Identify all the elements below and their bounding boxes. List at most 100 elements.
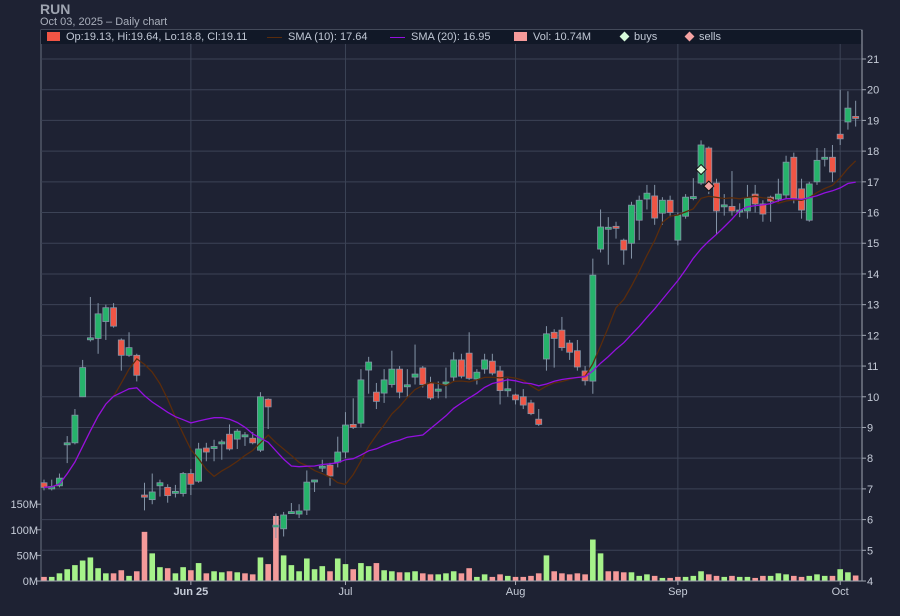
candle-body	[751, 193, 759, 205]
candle-body	[365, 361, 373, 371]
candle-body	[86, 337, 94, 341]
candle-body	[573, 350, 581, 368]
volume-bar	[157, 567, 163, 581]
volume-bar	[133, 571, 140, 581]
sma10-line-icon	[267, 37, 282, 38]
volume-bar	[845, 572, 851, 581]
volume-tick-label: 0M	[23, 576, 38, 588]
volume-bar	[288, 565, 295, 581]
volume-bar	[342, 564, 349, 581]
candle-body	[666, 199, 674, 213]
volume-bar	[48, 576, 55, 581]
volume-bar	[195, 563, 202, 581]
volume-bar	[443, 573, 449, 581]
price-tick-label: 14	[867, 269, 879, 281]
candle-body	[326, 464, 334, 477]
volume-bar	[528, 575, 534, 581]
candle-body	[419, 367, 427, 385]
candle-body	[434, 388, 442, 392]
candle-body	[110, 307, 117, 327]
axes: 4 5 6 7 8 9 10 11 12 13 14 15 16 17 18 19 20 21 Jun 25 Jul A…	[10, 30, 879, 598]
candle-body	[102, 307, 110, 322]
price-tick-label: 18	[867, 146, 879, 158]
sell-marker	[703, 180, 715, 192]
volume-tick-label: 100M	[10, 525, 38, 537]
candle-body	[465, 352, 473, 379]
volume-bar	[435, 574, 442, 581]
volume-bar	[783, 574, 789, 581]
volume-bar	[389, 571, 395, 581]
volume-bar	[520, 576, 527, 581]
volume-bar	[705, 574, 712, 581]
candle-body	[272, 524, 280, 528]
candle-body	[790, 156, 798, 199]
price-tick-label: 7	[867, 484, 873, 496]
price-tick-label: 20	[867, 85, 879, 97]
candle-body	[233, 430, 241, 440]
candle-body	[813, 159, 821, 183]
volume-bar	[41, 576, 47, 581]
volume-bar	[172, 573, 179, 581]
candle-body	[287, 511, 295, 515]
volume-bar	[149, 553, 156, 581]
volume-bar	[234, 572, 241, 581]
buy-marker	[695, 163, 707, 176]
candle-body	[473, 371, 481, 380]
volume-bar	[358, 563, 364, 581]
candles	[40, 89, 860, 539]
candle-body	[195, 448, 203, 482]
volume-tick-label: 50M	[17, 550, 38, 562]
volume-bar	[798, 576, 805, 581]
candle-body	[179, 473, 187, 494]
price-tick-label: 5	[867, 545, 873, 557]
volume-bar	[535, 573, 542, 581]
volume-bar	[79, 560, 86, 581]
candle-body	[388, 368, 396, 385]
volume-bar	[806, 575, 813, 581]
volume-bar	[543, 555, 550, 581]
candle-body	[597, 226, 604, 250]
candle-body	[612, 225, 620, 229]
volume-bar	[419, 573, 426, 581]
candle-body	[148, 491, 156, 501]
candle-body	[728, 205, 736, 212]
legend-ohlc: Op:19.13, Hi:19.64, Lo:18.8, Cl:19.11	[66, 31, 248, 43]
candle-body	[71, 414, 79, 444]
volume-bar	[257, 557, 264, 581]
volume-bar	[118, 570, 125, 581]
candle-body	[481, 359, 489, 370]
volume-bar	[218, 572, 225, 581]
legend-volume: Vol: 10.74M	[533, 31, 592, 43]
volume-bar	[559, 573, 565, 581]
candle-body	[805, 183, 813, 221]
volume-swatch-icon	[514, 32, 527, 41]
candle-body	[705, 147, 713, 186]
candle-body	[249, 437, 257, 444]
candle-body	[535, 418, 543, 425]
legend-sells: sells	[699, 31, 722, 43]
volume-bar	[180, 567, 186, 581]
volume-bar	[304, 558, 310, 581]
volume-bar	[334, 558, 341, 581]
candle-body	[744, 197, 751, 212]
candle-body	[635, 199, 643, 221]
volume-bar	[319, 566, 326, 581]
candle-body	[241, 434, 249, 438]
volume-bar	[126, 575, 132, 581]
volume-bar	[829, 575, 836, 581]
candle-body	[689, 196, 697, 199]
sma-20-line	[43, 181, 856, 488]
price-tick-label: 19	[867, 115, 879, 127]
candle-body	[63, 442, 71, 446]
volume-bar	[296, 571, 302, 581]
volume-bar	[311, 569, 318, 581]
candlestick-chart: 4 5 6 7 8 9 10 11 12 13 14 15 16 17 18 19 20 21 Jun 25 Jul A…	[10, 29, 879, 598]
price-tick-label: 12	[867, 330, 879, 342]
volume-bar	[651, 575, 658, 581]
volume-bar	[327, 571, 333, 581]
price-tick-label: 15	[867, 238, 879, 250]
volume-bar	[412, 571, 418, 581]
volume-bar	[72, 565, 78, 581]
candle-body	[604, 226, 612, 230]
volume-bar	[713, 575, 720, 581]
